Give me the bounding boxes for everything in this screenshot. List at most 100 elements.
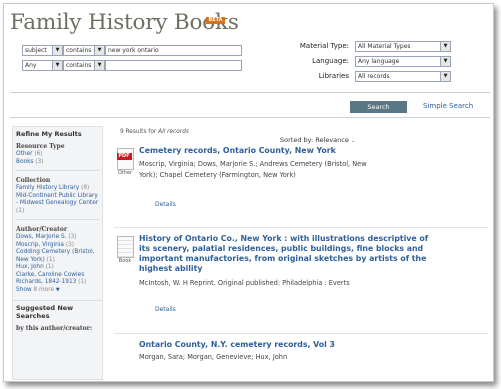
result-title-link[interactable]: Ontario County, N.Y. cemetery records, V… bbox=[139, 340, 335, 350]
results-count-text: 9 Results for bbox=[120, 129, 157, 135]
facet-label: Books bbox=[16, 158, 34, 165]
suggested-searches-title: Suggested New Searches bbox=[13, 300, 102, 323]
facet-label: Codding Cemetery (Bristol, New York) bbox=[16, 249, 95, 263]
facet-count: (8) bbox=[81, 185, 90, 191]
sidebar-divider bbox=[16, 219, 99, 220]
chevron-down-icon: ▼ bbox=[52, 61, 62, 70]
more-count[interactable]: 8 more bbox=[34, 287, 55, 293]
facet-count: (3) bbox=[65, 241, 75, 248]
chevron-down-icon: ▼ bbox=[52, 46, 62, 55]
facet-item[interactable]: Books (3) bbox=[13, 159, 102, 167]
app-title: Family History Books bbox=[10, 10, 239, 35]
refine-sidebar: Refine My Results Resource Type Other (6… bbox=[12, 126, 103, 380]
results-scope: All records bbox=[158, 129, 189, 135]
facet-item[interactable]: Family History Library (8) bbox=[13, 185, 102, 193]
result-authors: McIntosh, W. H Reprint. Original publish… bbox=[139, 279, 350, 287]
result-divider bbox=[114, 227, 488, 228]
field-select-2-value: Any bbox=[25, 62, 37, 69]
facet-count: (3) bbox=[35, 158, 44, 165]
resource-type-heading: Resource Type bbox=[16, 143, 65, 150]
chevron-down-icon[interactable]: ▼ bbox=[56, 287, 60, 293]
header-divider bbox=[10, 117, 490, 118]
operator-select-2[interactable]: contains ▼ bbox=[63, 60, 105, 71]
chevron-down-icon: ▼ bbox=[94, 61, 104, 70]
field-select-1[interactable]: subject ▼ bbox=[22, 45, 63, 56]
chevron-down-icon: ▼ bbox=[440, 72, 450, 81]
results-count: 9 Results for All records bbox=[120, 129, 189, 135]
operator-select-2-value: contains bbox=[66, 62, 92, 69]
chevron-down-icon: ▼ bbox=[94, 46, 104, 55]
search-button[interactable]: Search bbox=[350, 101, 407, 113]
pdf-icon: PDF bbox=[116, 148, 134, 170]
facet-label: Moscrip, Virginia bbox=[16, 241, 64, 248]
show-more-row: Show 8 more ▼ bbox=[13, 287, 102, 295]
result-title-link[interactable]: History of Ontario Co., New York : with … bbox=[139, 234, 428, 274]
result-divider bbox=[114, 333, 488, 334]
sidebar-divider bbox=[16, 170, 99, 171]
facet-item[interactable]: Clarke, Caroline Cowles Richards, 1842-1… bbox=[13, 272, 102, 287]
refine-title: Refine My Results bbox=[16, 130, 82, 138]
search-results-page: Family History Books BETA subject ▼ cont… bbox=[3, 3, 494, 382]
sort-control: Sorted by: Relevance ⌄ bbox=[280, 136, 355, 144]
result-title-line: its scenery, palatial residences, public… bbox=[139, 244, 424, 253]
facet-item[interactable]: Moscrip, Virginia (3) bbox=[13, 242, 102, 250]
material-type-value: All Material Types bbox=[358, 43, 411, 50]
result-title-line: important manufactories, from original s… bbox=[139, 254, 427, 263]
details-link[interactable]: Details bbox=[155, 306, 176, 313]
facet-item[interactable]: Other (6) bbox=[13, 151, 102, 159]
simple-search-link[interactable]: Simple Search bbox=[423, 102, 473, 110]
facet-count: (1) bbox=[16, 207, 25, 214]
field-select-1-value: subject bbox=[25, 47, 47, 54]
facet-count: (1) bbox=[46, 256, 55, 263]
operator-select-1-value: contains bbox=[66, 47, 92, 54]
facet-label: Clarke, Caroline Cowles Richards, 1842-1… bbox=[16, 271, 85, 286]
details-link[interactable]: Details bbox=[155, 201, 176, 208]
result-item: Book History of Ontario Co., New York : … bbox=[114, 234, 488, 324]
result-type-label: Other bbox=[117, 170, 133, 176]
facet-item[interactable]: Mid-Continent Public Library - Midwest G… bbox=[13, 193, 102, 216]
beta-badge: BETA bbox=[206, 17, 225, 24]
chevron-down-icon[interactable]: ⌄ bbox=[351, 138, 355, 144]
result-authors: Morgan, Sara; Morgan, Genevieve; Hux, Jo… bbox=[139, 353, 288, 361]
result-type-label: Book bbox=[118, 258, 132, 264]
author-heading: Author/Creator bbox=[16, 226, 68, 233]
result-title-link[interactable]: Cemetery records, Ontario County, New Yo… bbox=[139, 146, 336, 156]
facet-label: Dows, Marjorie S. bbox=[16, 234, 67, 240]
facet-item[interactable]: Codding Cemetery (Bristol, New York) (1) bbox=[13, 249, 102, 264]
collection-heading: Collection bbox=[16, 177, 51, 184]
sort-value[interactable]: Relevance bbox=[315, 136, 349, 144]
result-title-line: highest ability bbox=[139, 264, 203, 273]
material-type-select[interactable]: All Material Types ▼ bbox=[355, 41, 451, 52]
sort-label: Sorted by: bbox=[280, 136, 314, 144]
suggested-subheading: by this author/creator: bbox=[16, 325, 93, 332]
operator-select-1[interactable]: contains ▼ bbox=[63, 45, 105, 56]
facet-label: Hux, John bbox=[16, 264, 44, 270]
facet-label: Family History Library bbox=[16, 185, 80, 191]
facet-count: (1) bbox=[78, 279, 87, 285]
chevron-down-icon: ▼ bbox=[440, 42, 450, 51]
chevron-down-icon: ▼ bbox=[440, 57, 450, 66]
facet-label: Other bbox=[16, 151, 33, 157]
show-link[interactable]: Show bbox=[16, 287, 32, 293]
result-type-thumb[interactable]: Book bbox=[114, 236, 136, 268]
facet-count: (6) bbox=[34, 151, 43, 157]
language-value: Any language bbox=[358, 58, 400, 65]
search-term-input-2[interactable] bbox=[105, 60, 242, 71]
libraries-label: Libraries bbox=[318, 72, 349, 80]
result-authors-cont: York); Chapel Cemetery (Farmington, New … bbox=[139, 171, 296, 179]
language-label: Language: bbox=[312, 57, 349, 65]
result-type-thumb[interactable]: PDF Other bbox=[114, 148, 136, 180]
field-select-2[interactable]: Any ▼ bbox=[22, 60, 63, 71]
result-authors: Moscrip, Virginia; Dows, Marjorie S.; An… bbox=[139, 160, 367, 168]
search-term-input-1[interactable]: new york ontario bbox=[105, 45, 242, 56]
result-item: PDF Other Cemetery records, Ontario Coun… bbox=[114, 146, 488, 216]
language-select[interactable]: Any language ▼ bbox=[355, 56, 451, 67]
result-title-line: History of Ontario Co., New York : with … bbox=[139, 234, 429, 243]
libraries-select[interactable]: All records ▼ bbox=[355, 71, 451, 82]
material-type-label: Material Type: bbox=[299, 42, 349, 50]
facet-count: (1) bbox=[45, 264, 54, 270]
facet-item[interactable]: Hux, John (1) bbox=[13, 264, 102, 272]
facet-item[interactable]: Dows, Marjorie S. (3) bbox=[13, 234, 102, 242]
facet-count: (3) bbox=[68, 234, 77, 240]
facet-label: Mid-Continent Public Library - Midwest G… bbox=[16, 192, 99, 207]
